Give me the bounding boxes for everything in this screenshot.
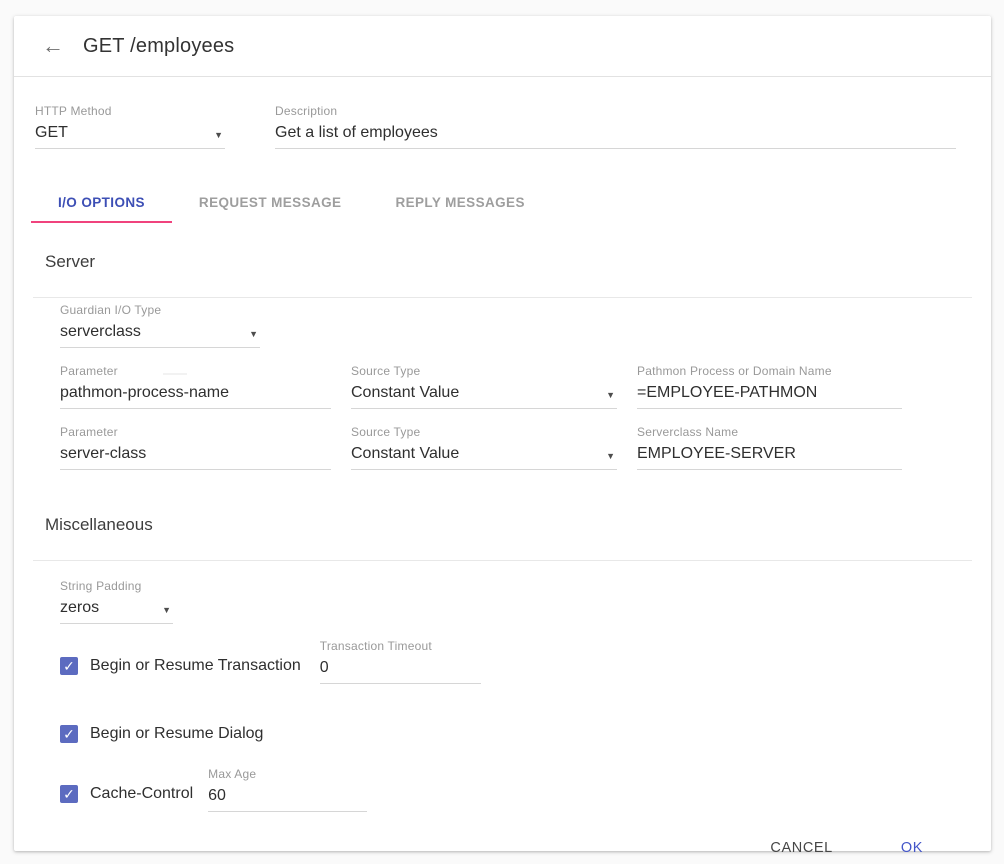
max-age-label: Max Age — [208, 767, 367, 781]
guardian-io-type-value[interactable]: serverclass — [60, 322, 260, 348]
max-age-value[interactable]: 60 — [208, 786, 367, 812]
back-arrow-icon: ← — [42, 33, 64, 59]
cancel-button[interactable]: CANCEL — [762, 832, 840, 864]
checkmark-icon: ✓ — [63, 659, 75, 673]
string-padding-label: String Padding — [60, 579, 173, 593]
top-fields-row: HTTP Method GET ▼ Description Get a list… — [35, 104, 956, 149]
server-section-heading: Server — [45, 252, 956, 272]
serverclass-name-field[interactable]: Serverclass Name EMPLOYEE-SERVER — [637, 425, 902, 470]
http-method-value[interactable]: GET — [35, 123, 225, 149]
source-type-select[interactable]: Source Type Constant Value ▼ — [351, 425, 617, 470]
parameter-label: Parameter — [60, 425, 331, 439]
card-header: ← GET /employees — [14, 16, 991, 77]
source-type-label: Source Type — [351, 425, 617, 439]
tab-bar: I/O OPTIONS REQUEST MESSAGE REPLY MESSAG… — [31, 185, 956, 223]
transaction-timeout-label: Transaction Timeout — [320, 639, 481, 653]
cache-control-checkbox-row: ✓ Cache-Control Max Age 60 — [60, 784, 956, 812]
checkmark-icon: ✓ — [63, 727, 75, 741]
tab-reply-messages[interactable]: REPLY MESSAGES — [368, 185, 551, 223]
transaction-timeout-field[interactable]: Transaction Timeout 0 — [320, 639, 481, 684]
serverclass-name-label: Serverclass Name — [637, 425, 902, 439]
parameter-row: Parameter server-class Source Type Const… — [60, 425, 956, 470]
begin-resume-transaction-label[interactable]: Begin or Resume Transaction — [90, 656, 301, 676]
max-age-field[interactable]: Max Age 60 — [208, 767, 367, 812]
parameter-field[interactable]: Parameter server-class — [60, 425, 331, 470]
tab-request-message[interactable]: REQUEST MESSAGE — [172, 185, 369, 223]
miscellaneous-section-heading: Miscellaneous — [45, 515, 956, 535]
guardian-io-type-label: Guardian I/O Type — [60, 303, 260, 317]
source-type-value[interactable]: Constant Value — [351, 444, 617, 470]
tab-io-options[interactable]: I/O OPTIONS — [31, 185, 172, 223]
parameter-label: Parameter — [60, 364, 331, 378]
guardian-io-type-select[interactable]: Guardian I/O Type serverclass ▼ — [60, 303, 260, 348]
endpoint-editor-card: ← GET /employees HTTP Method GET ▼ Descr… — [14, 16, 991, 851]
http-method-select[interactable]: HTTP Method GET ▼ — [35, 104, 225, 149]
http-method-label: HTTP Method — [35, 104, 225, 118]
source-type-value[interactable]: Constant Value — [351, 383, 617, 409]
transaction-checkbox-row: ✓ Begin or Resume Transaction Transactio… — [60, 656, 956, 684]
parameter-value[interactable]: server-class — [60, 444, 331, 470]
serverclass-name-value[interactable]: EMPLOYEE-SERVER — [637, 444, 902, 470]
string-padding-value[interactable]: zeros — [60, 598, 173, 624]
pathmon-process-field[interactable]: Pathmon Process or Domain Name =EMPLOYEE… — [637, 364, 902, 409]
server-section-body: Guardian I/O Type serverclass ▼ Paramete… — [60, 303, 956, 470]
begin-resume-transaction-checkbox[interactable]: ✓ — [60, 657, 78, 675]
page-title: GET /employees — [83, 35, 234, 58]
pathmon-process-value[interactable]: =EMPLOYEE-PATHMON — [637, 383, 902, 409]
miscellaneous-section-divider — [33, 560, 972, 561]
parameter-value[interactable]: pathmon-process-name — [60, 383, 331, 409]
parameter-field[interactable]: Parameter pathmon-process-name — [60, 364, 331, 409]
string-padding-select[interactable]: String Padding zeros ▼ — [60, 579, 173, 624]
cache-control-checkbox[interactable]: ✓ — [60, 785, 78, 803]
source-type-select[interactable]: Source Type Constant Value ▼ — [351, 364, 617, 409]
begin-resume-dialog-label[interactable]: Begin or Resume Dialog — [90, 724, 263, 744]
checkmark-icon: ✓ — [63, 787, 75, 801]
label-hint-line — [163, 373, 187, 375]
source-type-label: Source Type — [351, 364, 617, 378]
description-value[interactable]: Get a list of employees — [275, 123, 956, 149]
transaction-timeout-value[interactable]: 0 — [320, 658, 481, 684]
dialog-checkbox-row: ✓ Begin or Resume Dialog — [60, 724, 956, 744]
dialog-actions: CANCEL OK — [35, 832, 956, 864]
server-section-divider — [33, 297, 972, 298]
description-field[interactable]: Description Get a list of employees — [275, 104, 956, 149]
description-label: Description — [275, 104, 956, 118]
cache-control-label[interactable]: Cache-Control — [90, 784, 193, 804]
card-content: HTTP Method GET ▼ Description Get a list… — [14, 104, 991, 864]
ok-button[interactable]: OK — [893, 832, 931, 864]
parameter-row: Parameter pathmon-process-name Source Ty… — [60, 364, 956, 409]
back-button[interactable]: ← — [35, 28, 71, 64]
begin-resume-dialog-checkbox[interactable]: ✓ — [60, 725, 78, 743]
pathmon-process-label: Pathmon Process or Domain Name — [637, 364, 902, 378]
miscellaneous-section-body: String Padding zeros ▼ ✓ Begin or Resume… — [60, 579, 956, 812]
